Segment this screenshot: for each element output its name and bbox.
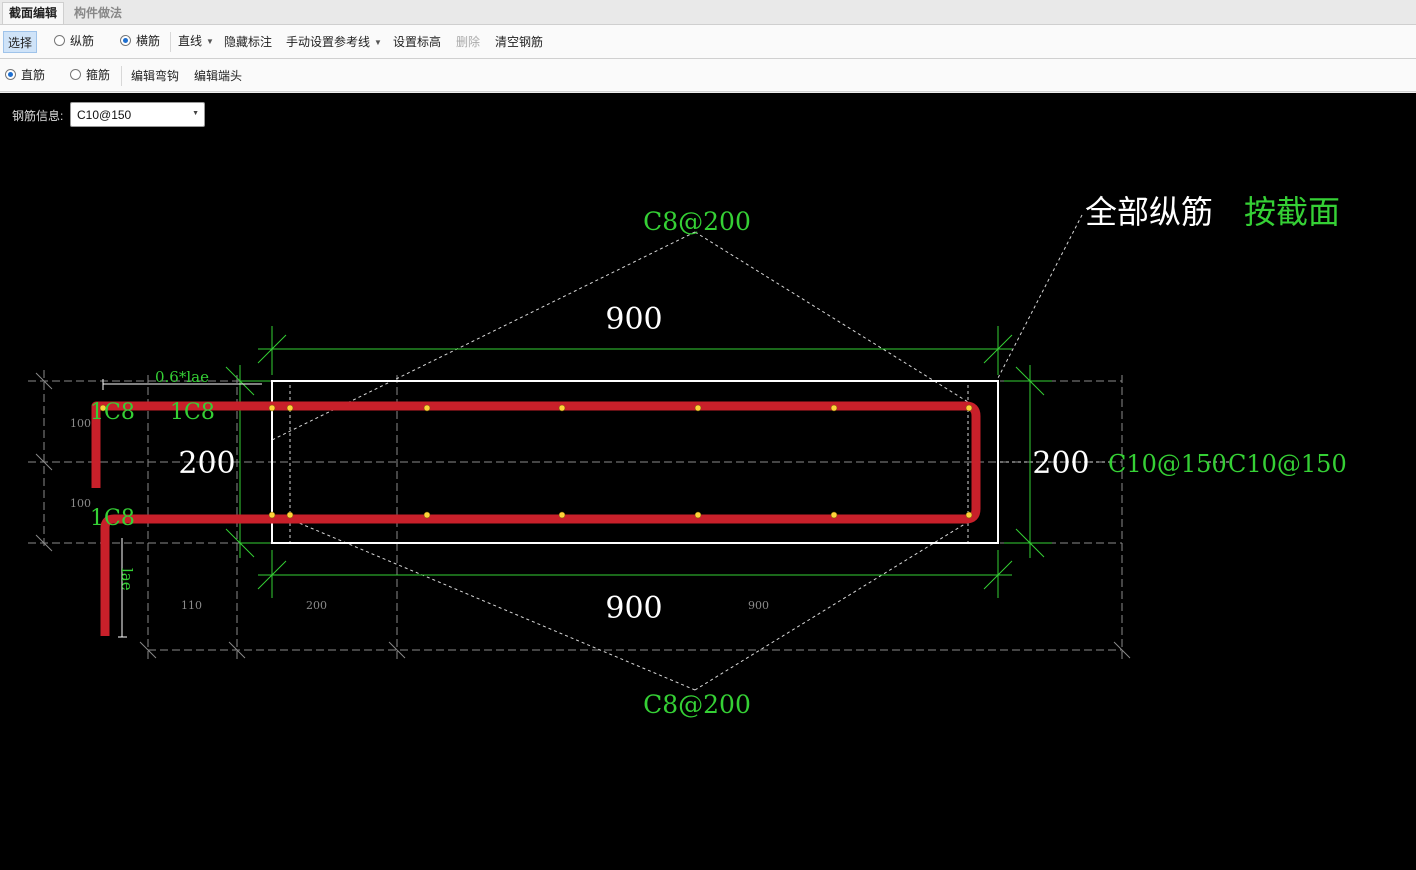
straight-radio[interactable]: 直筋 xyxy=(5,64,45,86)
section-drawing: C8@200 C8@200 全部纵筋 按截面 900 900 200 200 C… xyxy=(28,193,1347,719)
tab-strip: 截面编辑 构件做法 xyxy=(0,0,1416,25)
radio-checked-icon xyxy=(5,69,16,80)
chevron-down-icon: ▼ xyxy=(192,110,199,117)
radio-checked-icon xyxy=(120,35,131,46)
edit-end-button[interactable]: 编辑端头 xyxy=(194,65,242,87)
sub-toolbar: 直筋 箍筋 编辑弯钩 编辑端头 xyxy=(0,59,1416,92)
stirrup-label: 箍筋 xyxy=(86,68,111,82)
right-stirrup-label-2[interactable]: C10@150 xyxy=(1228,450,1347,478)
line-label: 直线 xyxy=(178,34,203,48)
radio-icon xyxy=(70,69,81,80)
tab-component-method[interactable]: 构件做法 xyxy=(68,3,128,24)
by-section-label[interactable]: 按截面 xyxy=(1244,193,1340,231)
rebar-paths xyxy=(91,401,981,636)
rebar-info-select[interactable]: C10@150 ▼ xyxy=(70,102,205,127)
manual-ref-label: 手动设置参考线 xyxy=(286,35,371,49)
manual-ref-line-dropdown[interactable]: 手动设置参考线 ▼ xyxy=(286,31,382,53)
radio-icon xyxy=(54,35,65,46)
divider xyxy=(121,66,122,86)
bottom-width-dimension[interactable]: 900 xyxy=(605,591,662,626)
bottom-rebar-label[interactable]: C8@200 xyxy=(643,690,751,719)
divider xyxy=(170,32,171,52)
main-toolbar: 选择 纵筋 横筋 直线 ▼ 隐藏标注 手动设置参考线 ▼ 设置标高 删除 清空钢筋 xyxy=(0,25,1416,59)
drawing-canvas[interactable]: C8@200 C8@200 全部纵筋 按截面 900 900 200 200 C… xyxy=(0,93,1416,870)
delete-button[interactable]: 删除 xyxy=(456,31,480,53)
rebar-label-top-left[interactable]: 1C8 xyxy=(90,400,135,425)
chevron-down-icon: ▼ xyxy=(374,38,382,47)
right-stirrup-label-1[interactable]: C10@150 xyxy=(1108,450,1227,478)
grid-label-900: 900 xyxy=(748,599,769,612)
rebar-info-value: C10@150 xyxy=(77,108,132,122)
grid-label-110: 110 xyxy=(181,599,202,612)
rebar-label-top[interactable]: 1C8 xyxy=(170,400,215,425)
stirrup-radio[interactable]: 箍筋 xyxy=(70,64,110,86)
clear-rebar-button[interactable]: 清空钢筋 xyxy=(495,31,543,53)
all-longitudinal-label[interactable]: 全部纵筋 xyxy=(1085,193,1213,231)
grid-label-100-bottom: 100 xyxy=(70,497,91,510)
anchor-length-label: 0.6*lae xyxy=(155,368,209,386)
straight-label: 直筋 xyxy=(21,68,46,82)
edit-hook-button[interactable]: 编辑弯钩 xyxy=(131,65,179,87)
lae-label: lae xyxy=(118,568,136,591)
line-dropdown[interactable]: 直线 ▼ xyxy=(178,30,214,52)
rebar-info-label: 钢筋信息: xyxy=(12,109,64,123)
chevron-down-icon: ▼ xyxy=(206,37,214,46)
set-elevation-button[interactable]: 设置标高 xyxy=(393,31,441,53)
longitudinal-label: 纵筋 xyxy=(70,34,95,48)
top-width-dimension[interactable]: 900 xyxy=(605,302,662,337)
grid-label-200: 200 xyxy=(306,599,327,612)
left-height-dimension[interactable]: 200 xyxy=(178,446,235,481)
top-rebar-label[interactable]: C8@200 xyxy=(643,207,751,236)
hide-labels-button[interactable]: 隐藏标注 xyxy=(224,31,272,53)
right-height-dimension[interactable]: 200 xyxy=(1032,446,1089,481)
rebar-label-bottom[interactable]: 1C8 xyxy=(90,506,135,531)
grid-label-100-top: 100 xyxy=(70,417,91,430)
transverse-radio[interactable]: 横筋 xyxy=(120,30,160,52)
tab-section-edit[interactable]: 截面编辑 xyxy=(2,2,65,24)
longitudinal-radio[interactable]: 纵筋 xyxy=(54,30,94,52)
transverse-label: 横筋 xyxy=(136,34,161,48)
select-button[interactable]: 选择 xyxy=(3,31,38,53)
